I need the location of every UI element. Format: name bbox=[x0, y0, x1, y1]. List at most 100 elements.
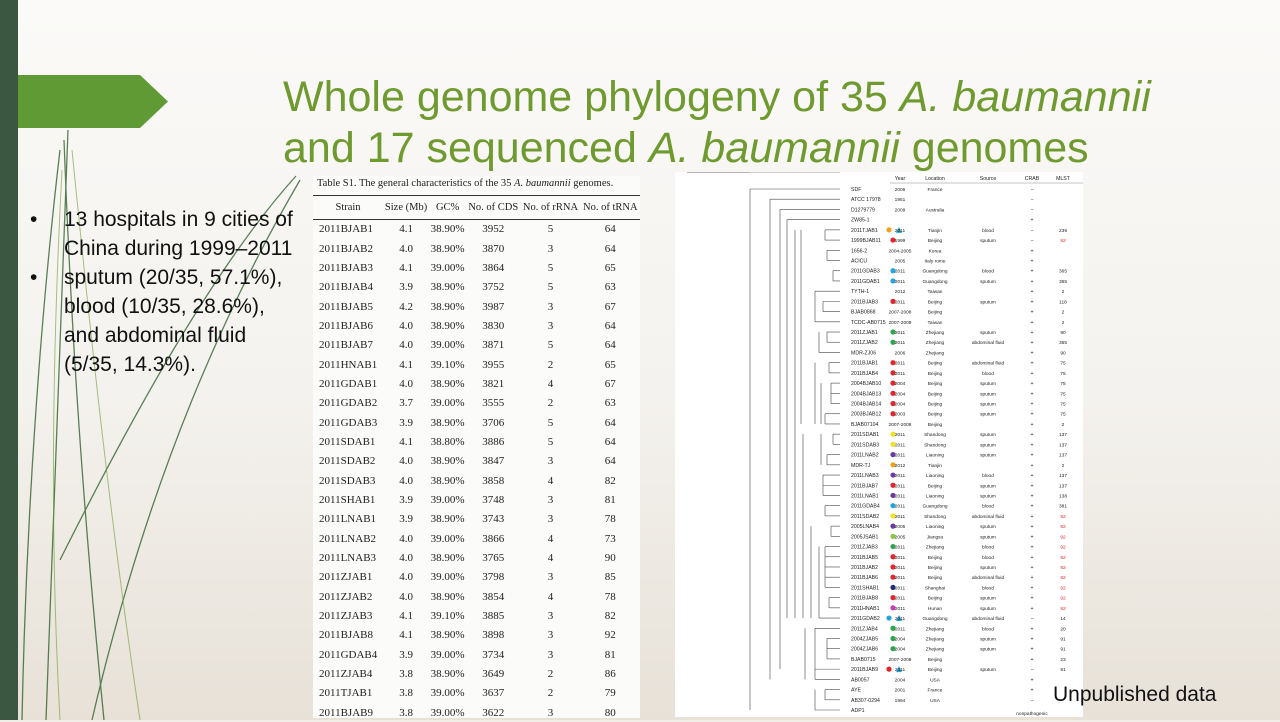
bullet-item: 13 hospitals in 9 cities of China during… bbox=[30, 205, 300, 263]
tree-leaf-location: Guangdong bbox=[922, 504, 947, 510]
tree-leaf-mlst: 92 bbox=[1060, 596, 1066, 602]
tree-leaf-crab: − bbox=[1030, 238, 1033, 244]
tree-leaf-year: 2009 bbox=[895, 207, 906, 213]
tree-leaf-source: blood bbox=[982, 585, 994, 591]
tree-leaf-label: 2011BJAB6 bbox=[851, 575, 878, 581]
tree-leaf-label: D1279779 bbox=[851, 207, 875, 213]
tree-leaf-crab: + bbox=[1030, 442, 1033, 448]
tree-leaf-crab: + bbox=[1030, 606, 1033, 612]
table-cell: 78 bbox=[604, 513, 616, 526]
tree-leaf-label: BJAB0868 bbox=[851, 310, 876, 316]
genome-table: Strain Size (Mb) GC% No. of CDS No. of r… bbox=[313, 195, 640, 718]
tree-leaf-crab: + bbox=[1030, 218, 1033, 224]
tree-leaf-year: 2011 bbox=[895, 473, 906, 479]
column-header: GC% bbox=[435, 202, 460, 213]
table-cell: 2 bbox=[547, 668, 554, 681]
table-cell: 4 bbox=[547, 552, 554, 565]
column-header: No. of CDS bbox=[468, 202, 519, 213]
bullet-list: 13 hospitals in 9 cities of China during… bbox=[30, 205, 300, 379]
table-cell: 2011ZJAB1 bbox=[319, 571, 373, 584]
tree-leaf-year: 2011 bbox=[895, 545, 906, 551]
table-cell: 38.90% bbox=[430, 416, 465, 429]
tree-leaf-label: AYE bbox=[851, 688, 862, 694]
table-cell: 65 bbox=[604, 261, 616, 274]
tree-leaf-year: 2004 bbox=[895, 636, 906, 642]
tree-leaf-mlst: 2 bbox=[1062, 463, 1065, 469]
tree-leaf-source: blood bbox=[982, 371, 994, 377]
table-cell: 82 bbox=[604, 474, 616, 487]
tree-leaf-location: USA bbox=[930, 677, 941, 683]
table-cell: 92 bbox=[604, 629, 616, 642]
tree-leaf-source: sputum bbox=[980, 647, 996, 653]
tree-leaf-crab: − bbox=[1030, 187, 1033, 193]
table-cell: 2011ZJAB4 bbox=[319, 668, 373, 681]
table-cell: 39.00% bbox=[430, 261, 465, 274]
tree-leaf-year: 2012 bbox=[895, 463, 906, 469]
tree-leaf-source: sputum bbox=[980, 483, 996, 489]
table-cell: 4.1 bbox=[399, 358, 413, 371]
tree-leaf-mlst: 92 bbox=[1060, 545, 1066, 551]
tree-leaf-location: Zhejiang bbox=[926, 340, 945, 346]
tree-leaf-year: 2004 bbox=[895, 391, 906, 397]
tree-leaf-location: Australia bbox=[926, 207, 945, 213]
tree-leaf-label: 2011LNAB3 bbox=[851, 473, 879, 479]
table-cell: 38.90% bbox=[430, 319, 465, 332]
tree-leaf-year: 2005 bbox=[895, 534, 906, 540]
tree-leaf-mlst: 75 bbox=[1060, 361, 1066, 367]
tree-leaf-crab: + bbox=[1030, 473, 1033, 479]
table-cell: 3 bbox=[547, 319, 554, 332]
table-cell: 2011SHAB1 bbox=[319, 493, 376, 506]
tree-leaf-year: 2011 bbox=[895, 606, 906, 612]
tree-leaf-crab: + bbox=[1030, 361, 1033, 367]
table-cell: 3.9 bbox=[399, 513, 413, 526]
tree-leaf-mlst: 92 bbox=[1060, 534, 1066, 540]
table-row: 2011BJAB7 4.0 39.00% 3871 5 64 bbox=[313, 336, 640, 355]
table-cell: 3 bbox=[547, 629, 554, 642]
tree-footer-label: nonpathogenic bbox=[1016, 711, 1048, 717]
table-cell: 3748 bbox=[482, 493, 505, 506]
tree-leaf-label: 2011SHAB1 bbox=[851, 585, 879, 591]
tree-leaf-source: sputum bbox=[980, 238, 996, 244]
table-row: 2011SDAB1 4.1 38.80% 3886 5 64 bbox=[313, 432, 640, 451]
table-cell: 65 bbox=[604, 358, 616, 371]
table-cell: 4 bbox=[547, 474, 554, 487]
tree-leaf-label: TCDC-AB0715 bbox=[851, 320, 886, 326]
tree-leaf-location: Zhejiang bbox=[926, 626, 945, 632]
tree-leaf-crab: + bbox=[1030, 534, 1033, 540]
tree-leaf-year: 2004 bbox=[895, 647, 906, 653]
table-cell: 3 bbox=[547, 493, 554, 506]
table-cell: 4.0 bbox=[399, 474, 413, 487]
table-row: 2011LNAB1 3.9 38.90% 3743 3 78 bbox=[313, 510, 640, 529]
table-cell: 90 bbox=[604, 552, 616, 565]
table-cell: 3.9 bbox=[399, 493, 413, 506]
table-cell: 3987 bbox=[482, 300, 505, 313]
tree-leaf-mlst: 92 bbox=[1060, 585, 1066, 591]
tree-leaf-year: 2004 bbox=[895, 381, 906, 387]
tree-leaf-label: 2005JSAB1 bbox=[851, 534, 879, 540]
tree-leaf-label: MDR-ZJ06 bbox=[851, 350, 876, 356]
caption-italic: A. baumannii bbox=[514, 178, 571, 189]
tree-leaf-year: 1999 bbox=[895, 238, 906, 244]
table-cell: 81 bbox=[604, 648, 616, 661]
table-row: 2011ZJAB1 4.0 39.00% 3798 3 85 bbox=[313, 568, 640, 587]
tree-leaf-mlst: 2 bbox=[1062, 320, 1065, 326]
table-cell: 86 bbox=[604, 668, 616, 681]
tree-leaf-crab: + bbox=[1030, 688, 1033, 694]
tree-leaf-location: Beijing bbox=[928, 412, 943, 418]
tree-column-header: CRAB bbox=[1025, 176, 1040, 182]
table-cell: 64 bbox=[604, 455, 616, 468]
tree-leaf-source: sputum bbox=[980, 565, 996, 571]
tree-leaf-location: Liaoning bbox=[926, 524, 944, 530]
table-cell: 67 bbox=[604, 300, 616, 313]
table-cell: 38.90% bbox=[430, 242, 465, 255]
table-cell: 5 bbox=[547, 416, 554, 429]
tree-leaf-mlst: 2 bbox=[1062, 289, 1065, 295]
tree-leaf-location: Taiwan bbox=[928, 289, 943, 295]
tree-leaf-mlst: 14 bbox=[1060, 616, 1066, 622]
table-cell: 2 bbox=[547, 397, 554, 410]
table-cell: 3.8 bbox=[399, 687, 413, 700]
tree-leaf-crab: + bbox=[1030, 575, 1033, 581]
tree-leaf-mlst: 92 bbox=[1060, 606, 1066, 612]
tree-leaf-label: ZW85-1 bbox=[851, 218, 870, 224]
tree-leaf-crab: + bbox=[1030, 647, 1033, 653]
